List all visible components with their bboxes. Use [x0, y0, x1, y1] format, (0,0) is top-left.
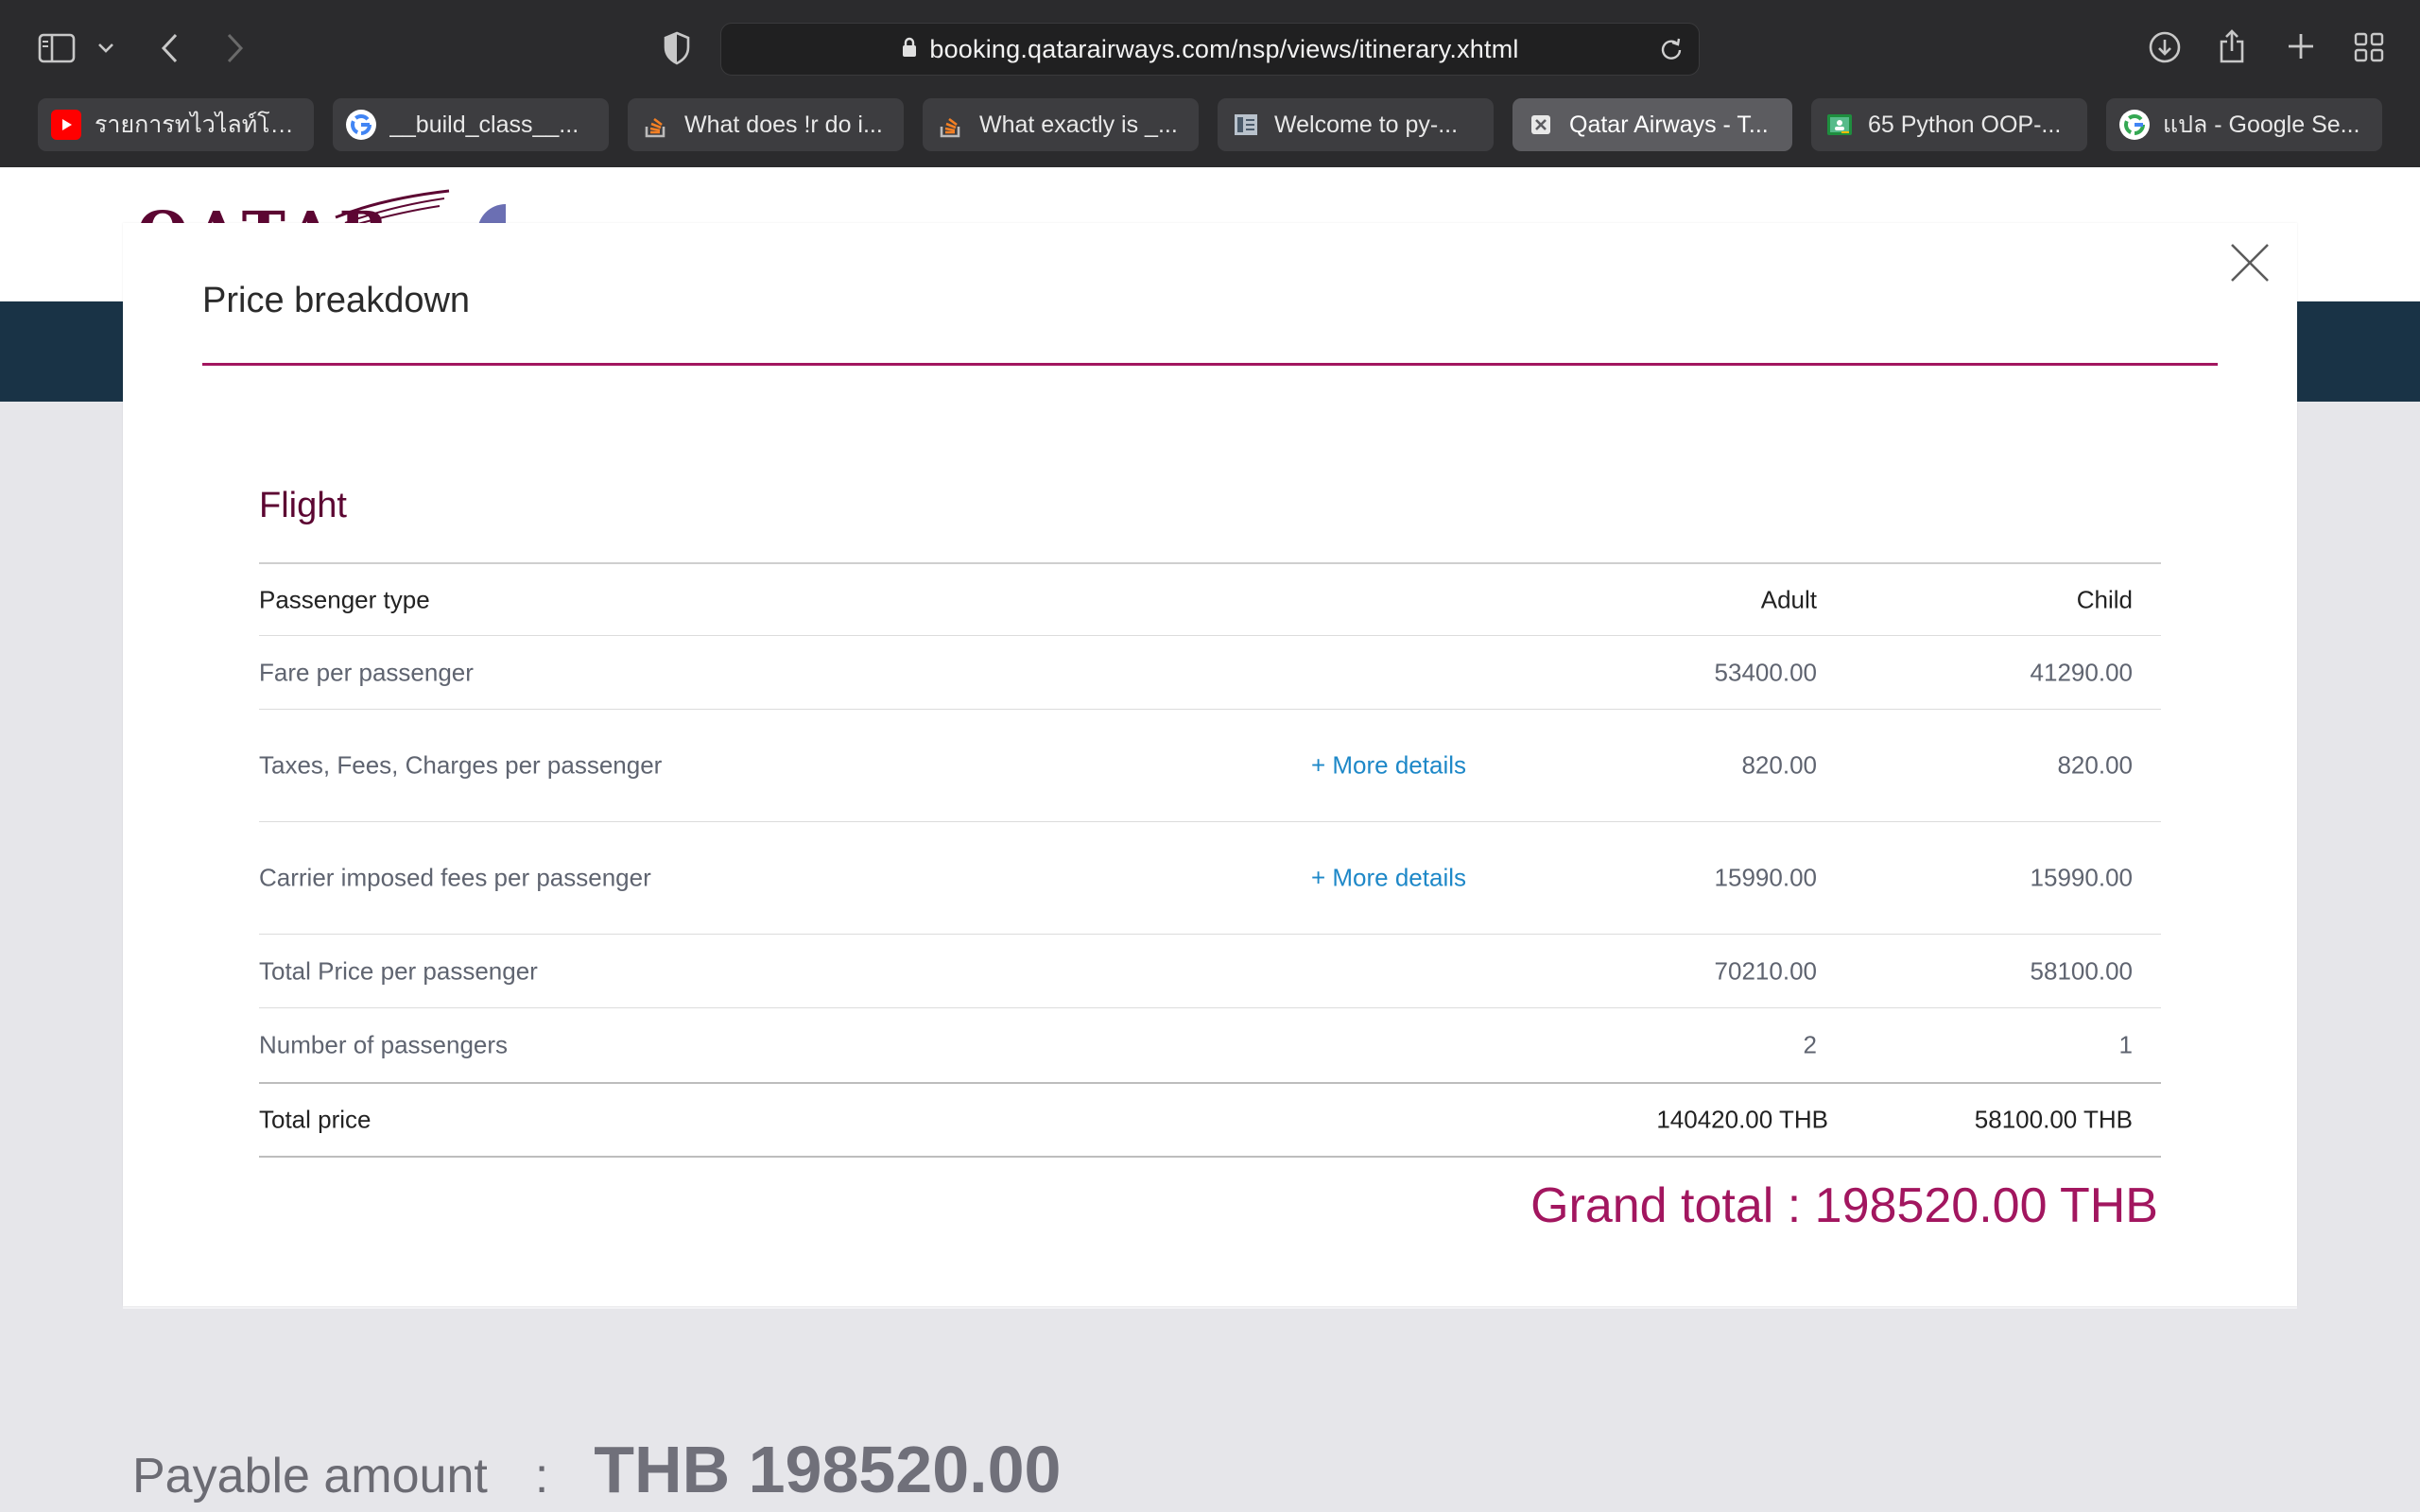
row-label: Carrier imposed fees per passenger [259, 863, 651, 892]
row-label: Fare per passenger [259, 658, 474, 686]
child-value: 15990.00 [2030, 863, 2133, 892]
google-icon [346, 110, 376, 140]
address-bar[interactable]: booking.qatarairways.com/nsp/views/itine… [720, 23, 1700, 76]
row-label: Number of passengers [259, 1030, 509, 1059]
child-value: 41290.00 [2030, 658, 2133, 686]
title-divider [202, 363, 2218, 366]
downloads-icon[interactable] [2146, 28, 2184, 66]
share-icon[interactable] [2215, 26, 2249, 66]
child-value: 58100.00 [2030, 956, 2133, 985]
table-row: Number of passengers 2 1 [259, 1008, 2161, 1084]
tab-title: Welcome to py-... [1274, 111, 1459, 138]
docs-icon [1231, 110, 1261, 140]
reload-icon[interactable] [1659, 37, 1684, 66]
close-tab-icon[interactable] [1526, 110, 1556, 140]
child-total: 58100.00 THB [1974, 1105, 2133, 1134]
back-icon[interactable] [155, 30, 185, 66]
adult-value: 2 [1803, 1030, 1817, 1059]
table-row: Taxes, Fees, Charges per passenger + Mor… [259, 710, 2161, 822]
payable-value: THB 198520.00 [594, 1433, 1062, 1506]
column-header-child: Child [2076, 585, 2133, 613]
google-icon [2119, 110, 2150, 140]
adult-value: 53400.00 [1714, 658, 1817, 686]
browser-tab[interactable]: __build_class__... [333, 98, 609, 151]
row-label: Taxes, Fees, Charges per passenger [259, 750, 663, 780]
tab-title: แปล - Google Se... [2163, 112, 2360, 138]
price-table: Passenger type Adult Child Fare per pass… [259, 562, 2161, 1158]
qatar-airways-logo[interactable]: QATAR [137, 189, 506, 223]
browser-tab[interactable]: รายการทไวไลท์โชว์... [38, 98, 314, 151]
modal-title: Price breakdown [202, 281, 471, 320]
privacy-shield-icon[interactable] [660, 30, 694, 66]
taxes-more-details-link[interactable]: + More details [1311, 751, 1466, 781]
adult-value: 70210.00 [1714, 956, 1817, 985]
tab-title: Qatar Airways - T... [1569, 111, 1769, 138]
browser-tab[interactable]: Welcome to py-... [1218, 98, 1494, 151]
row-label: Total Price per passenger [259, 956, 538, 985]
stackoverflow-icon [641, 110, 671, 140]
table-row: Fare per passenger 53400.00 41290.00 [259, 636, 2161, 710]
tab-overview-icon[interactable] [2352, 30, 2386, 64]
browser-tab[interactable]: 65 Python OOP-... [1811, 98, 2087, 151]
child-value: 820.00 [2057, 750, 2133, 780]
total-label: Total price [259, 1105, 372, 1134]
new-tab-icon[interactable] [2284, 28, 2318, 64]
browser-tab[interactable]: แปล - Google Se... [2106, 98, 2382, 151]
lock-icon [901, 36, 918, 63]
tab-title: 65 Python OOP-... [1868, 111, 2062, 138]
adult-value: 820.00 [1741, 750, 1817, 780]
stackoverflow-icon [936, 110, 966, 140]
tab-title: What exactly is _... [979, 111, 1178, 138]
tab-title: What does !r do i... [684, 111, 883, 138]
payable-colon: : [534, 1449, 549, 1503]
chevron-down-icon[interactable] [95, 38, 117, 59]
adult-total: 140420.00 THB [1656, 1105, 1828, 1134]
total-row: Total price 140420.00 THB 58100.00 THB [259, 1084, 2161, 1158]
column-header-adult: Adult [1760, 585, 1817, 613]
adult-value: 15990.00 [1714, 863, 1817, 892]
table-header: Passenger type Adult Child [259, 562, 2161, 636]
browser-tab-active[interactable]: Qatar Airways - T... [1512, 98, 1792, 151]
browser-tab[interactable]: What exactly is _... [923, 98, 1199, 151]
tab-title: __build_class__... [389, 111, 579, 138]
child-value: 1 [2118, 1030, 2133, 1059]
close-icon[interactable] [2229, 242, 2271, 284]
column-header-passenger-type: Passenger type [259, 585, 430, 613]
youtube-icon [51, 110, 81, 140]
sidebar-toggle-icon[interactable] [36, 30, 78, 66]
forward-icon[interactable] [219, 30, 250, 66]
table-row: Carrier imposed fees per passenger + Mor… [259, 822, 2161, 935]
payable-amount: Payable amount : THB 198520.00 [132, 1432, 1061, 1507]
carrier-fees-more-details-link[interactable]: + More details [1311, 864, 1466, 893]
classroom-icon [1824, 110, 1855, 140]
tab-title: รายการทไวไลท์โชว์... [95, 112, 301, 138]
section-title: Flight [259, 486, 347, 525]
url-text: booking.qatarairways.com/nsp/views/itine… [929, 34, 1519, 63]
browser-tab[interactable]: What does !r do i... [628, 98, 904, 151]
grand-total: Grand total : 198520.00 THB [1530, 1178, 2158, 1233]
table-row: Total Price per passenger 70210.00 58100… [259, 935, 2161, 1008]
payable-label: Payable amount [132, 1449, 488, 1503]
